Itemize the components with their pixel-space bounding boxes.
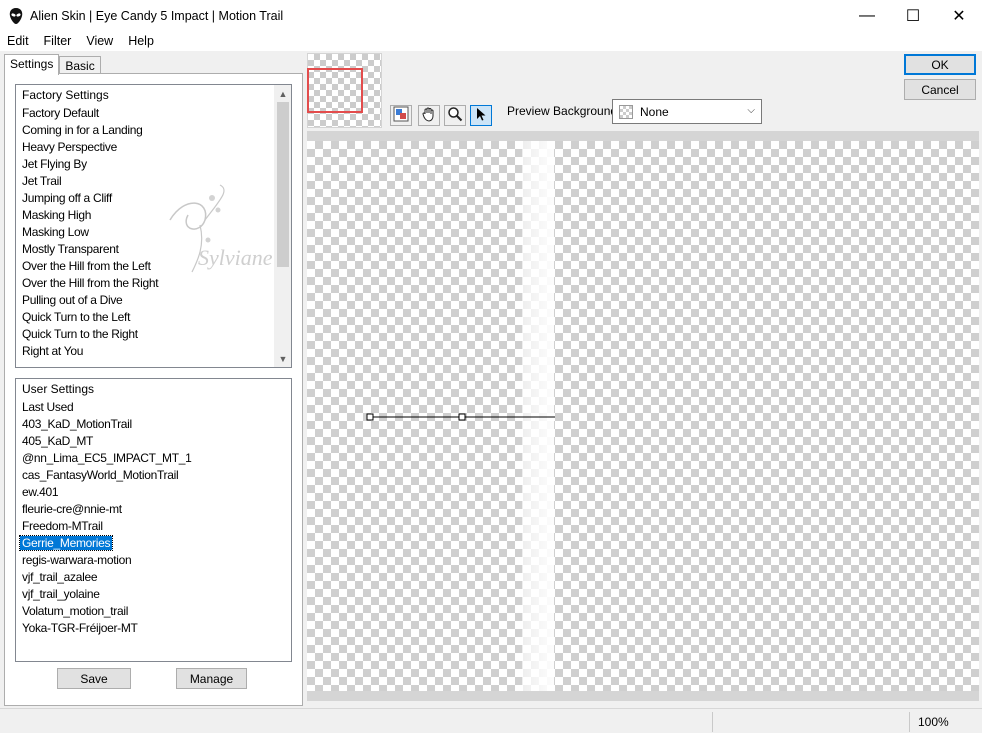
list-item[interactable]: vjf_trail_yolaine (16, 586, 291, 603)
list-item[interactable]: Factory Default (16, 105, 291, 122)
sylviane-watermark: Sylviane (169, 184, 273, 273)
manage-button[interactable]: Manage (176, 668, 247, 689)
select-tool-button[interactable] (470, 105, 492, 126)
zoom-tool-button[interactable] (444, 105, 466, 126)
list-item[interactable]: Volatum_motion_trail (16, 603, 291, 620)
list-item[interactable]: Right at You (16, 343, 291, 360)
list-item[interactable]: Pulling out of a Dive (16, 292, 291, 309)
title-bar: Alien Skin | Eye Candy 5 Impact | Motion… (0, 0, 982, 31)
window-title: Alien Skin | Eye Candy 5 Impact | Motion… (30, 8, 284, 23)
menu-view[interactable]: View (78, 34, 120, 48)
direction-control[interactable] (307, 141, 979, 691)
maximize-button[interactable]: ☐ (890, 0, 936, 31)
list-item[interactable]: Quick Turn to the Left (16, 309, 291, 326)
list-item[interactable]: vjf_trail_azalee (16, 569, 291, 586)
ok-button[interactable]: OK (904, 54, 976, 75)
close-button[interactable]: ✕ (936, 0, 982, 31)
preview-canvas[interactable] (307, 141, 979, 691)
menu-help[interactable]: Help (120, 34, 161, 48)
transparency-swatch-icon (619, 104, 633, 119)
status-divider (909, 712, 910, 732)
chevron-down-icon: ⌵ (747, 105, 755, 116)
list-item[interactable]: regis-warwara-motion (16, 552, 291, 569)
list-item[interactable]: @nn_Lima_EC5_IMPACT_MT_1 (16, 450, 291, 467)
magnifier-icon (447, 106, 463, 125)
direction-handle-mid[interactable] (458, 413, 466, 421)
list-item[interactable]: ew.401 (16, 484, 291, 501)
minimize-button[interactable]: — (844, 0, 890, 31)
list-item[interactable]: Coming in for a Landing (16, 122, 291, 139)
list-item[interactable]: Quick Turn to the Right (16, 326, 291, 343)
scroll-down-icon[interactable]: ▼ (275, 350, 291, 367)
menu-edit[interactable]: Edit (0, 34, 36, 48)
save-button[interactable]: Save (57, 668, 131, 689)
cancel-button[interactable]: Cancel (904, 79, 976, 100)
direction-handle-start[interactable] (366, 413, 374, 421)
menu-filter[interactable]: Filter (36, 34, 79, 48)
status-bar: 100% (0, 708, 982, 733)
list-item[interactable]: Last Used (16, 399, 291, 416)
user-settings-header: User Settings (22, 382, 95, 396)
list-item[interactable]: fleurie-cre@nnie-mt (16, 501, 291, 518)
preview-area[interactable] (307, 131, 979, 701)
arrow-pointer-icon (473, 106, 489, 125)
list-item[interactable]: Freedom-MTrail (16, 518, 291, 535)
navigator-view-rect[interactable] (307, 68, 363, 113)
list-item[interactable]: Jet Flying By (16, 156, 291, 173)
list-item[interactable]: 405_KaD_MT (16, 433, 291, 450)
user-settings-list[interactable]: User Settings Last Used 403_KaD_MotionTr… (15, 378, 292, 662)
settings-tabs: Settings Basic (4, 54, 101, 75)
hand-tool-button[interactable] (418, 105, 440, 126)
list-item[interactable]: 403_KaD_MotionTrail (16, 416, 291, 433)
tab-settings[interactable]: Settings (4, 54, 60, 75)
preview-background-label: Preview Background: (507, 104, 621, 118)
toggle-preview-button[interactable] (390, 105, 412, 126)
preview-background-select[interactable]: None ⌵ (612, 99, 762, 124)
watermark-text: Sylviane (198, 245, 273, 270)
alien-skin-icon (8, 7, 24, 24)
list-item-selected[interactable]: Gerrie_Memories (16, 535, 291, 552)
preview-toggle-icon (393, 106, 409, 125)
hand-icon (421, 106, 437, 125)
preview-background-value: None (640, 104, 669, 119)
zoom-level: 100% (918, 715, 949, 729)
selected-item-label[interactable]: Gerrie_Memories (18, 535, 114, 551)
factory-settings-header: Factory Settings (22, 88, 109, 102)
list-item[interactable]: Yoka-TGR-Fréijoer-MT (16, 620, 291, 637)
status-divider (712, 712, 713, 732)
list-item[interactable]: cas_FantasyWorld_MotionTrail (16, 467, 291, 484)
menu-bar: Edit Filter View Help (0, 31, 982, 51)
scroll-up-icon[interactable]: ▲ (275, 85, 291, 102)
list-item[interactable]: Heavy Perspective (16, 139, 291, 156)
